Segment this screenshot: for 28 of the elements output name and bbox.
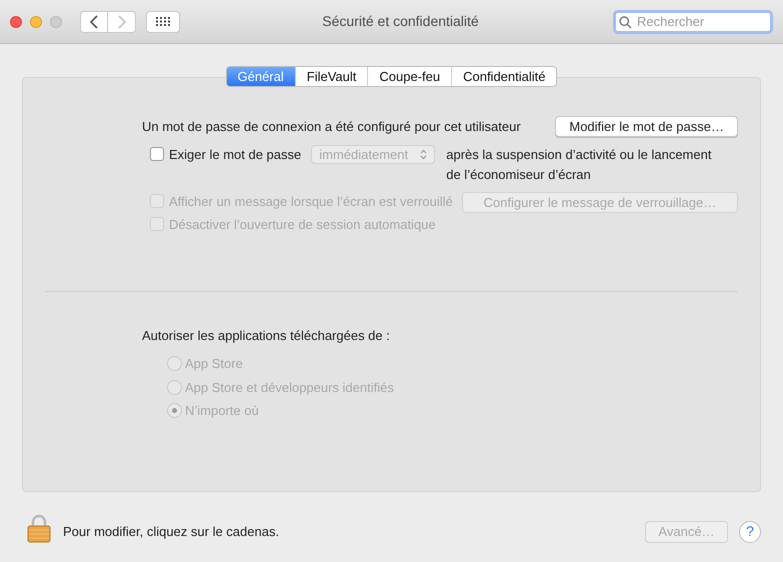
lock-hint-text: Pour modifier, cliquez sur le cadenas. bbox=[63, 522, 280, 541]
search-icon bbox=[619, 16, 632, 28]
minimize-button[interactable] bbox=[30, 16, 42, 28]
checkbox[interactable] bbox=[150, 147, 164, 161]
require-password-suffix: après la suspension d’activité ou le lancement de l’économiseur d’écran bbox=[446, 146, 712, 184]
chevron-right-icon bbox=[116, 14, 126, 28]
change-password-button[interactable]: Modifier le mot de passe… bbox=[555, 116, 738, 137]
radio-label: App Store bbox=[185, 355, 243, 373]
up-down-arrows-icon bbox=[420, 149, 428, 160]
back-button[interactable] bbox=[80, 10, 108, 32]
tab[interactable]: Confidentialité bbox=[451, 67, 556, 86]
help-button[interactable]: ? bbox=[739, 520, 761, 542]
password-status-text: Un mot de passe de connexion a été configuré pour cet utilisateur bbox=[142, 118, 521, 136]
show-all-button[interactable] bbox=[146, 10, 180, 32]
allow-apps-heading: Autoriser les applications téléchargées de : bbox=[142, 326, 391, 345]
checkbox-label: Afficher un message lorsque l’écran est verrouillé bbox=[169, 193, 453, 211]
close-button[interactable] bbox=[10, 16, 22, 28]
radio-label: App Store et développeurs identifiés bbox=[185, 378, 394, 397]
radio-label: N’importe où bbox=[185, 402, 259, 420]
tab[interactable]: Général bbox=[226, 67, 295, 86]
window-title: Sécurité et confidentialité bbox=[321, 12, 480, 31]
checkbox-label: Exiger le mot de passe bbox=[169, 146, 302, 164]
zoom-button[interactable] bbox=[50, 16, 62, 28]
grid-icon bbox=[156, 17, 170, 26]
padlock-icon[interactable] bbox=[27, 514, 51, 543]
chevron-left-icon bbox=[89, 14, 99, 28]
checkbox-label: Désactiver l’ouverture de session automatique bbox=[169, 216, 436, 234]
search-field[interactable]: Rechercher bbox=[613, 10, 773, 34]
